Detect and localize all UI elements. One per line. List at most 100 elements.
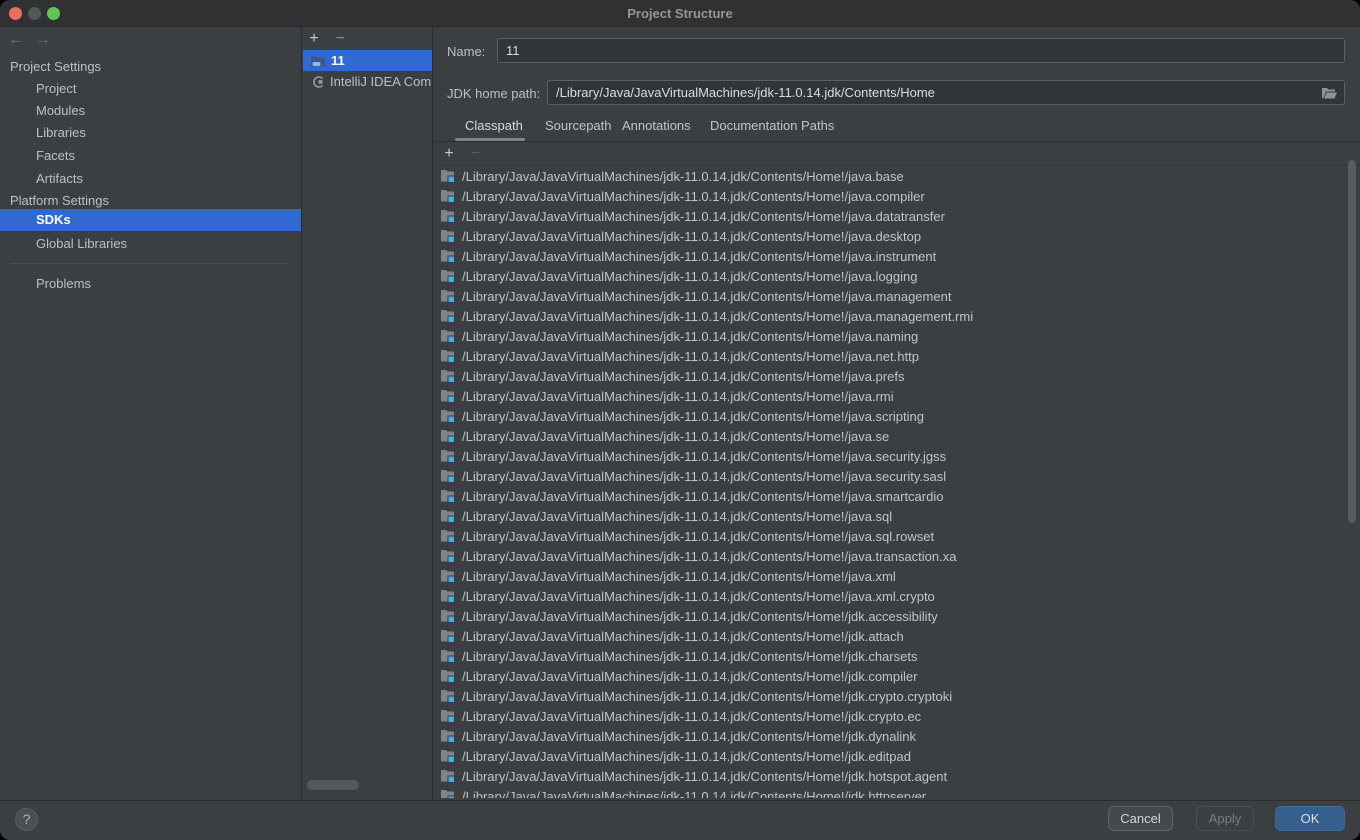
classpath-row[interactable]: /Library/Java/JavaVirtualMachines/jdk-11… xyxy=(434,426,1344,446)
classpath-row[interactable]: /Library/Java/JavaVirtualMachines/jdk-11… xyxy=(434,586,1344,606)
classpath-row[interactable]: /Library/Java/JavaVirtualMachines/jdk-11… xyxy=(434,346,1344,366)
classes-root-icon xyxy=(441,309,456,323)
classpath-row[interactable]: /Library/Java/JavaVirtualMachines/jdk-11… xyxy=(434,606,1344,626)
classpath-row[interactable]: /Library/Java/JavaVirtualMachines/jdk-11… xyxy=(434,486,1344,506)
tab-sourcepath[interactable]: Sourcepath xyxy=(545,114,612,138)
classpath-row[interactable]: /Library/Java/JavaVirtualMachines/jdk-11… xyxy=(434,266,1344,286)
tab-documentation-paths[interactable]: Documentation Paths xyxy=(710,114,834,138)
sidebar-item-modules[interactable]: Modules xyxy=(0,100,301,122)
sdk-list-item-11[interactable]: 11 xyxy=(303,50,432,71)
classpath-row[interactable]: /Library/Java/JavaVirtualMachines/jdk-11… xyxy=(434,326,1344,346)
classes-root-icon xyxy=(441,509,456,523)
classes-root-icon xyxy=(441,369,456,383)
apply-button[interactable]: Apply xyxy=(1196,806,1254,831)
classpath-row[interactable]: /Library/Java/JavaVirtualMachines/jdk-11… xyxy=(434,186,1344,206)
classpath-entry-text: /Library/Java/JavaVirtualMachines/jdk-11… xyxy=(462,289,951,304)
classpath-row[interactable]: /Library/Java/JavaVirtualMachines/jdk-11… xyxy=(434,526,1344,546)
classes-root-icon xyxy=(441,789,456,798)
classpath-row[interactable]: /Library/Java/JavaVirtualMachines/jdk-11… xyxy=(434,786,1344,798)
tab-classpath[interactable]: Classpath xyxy=(465,114,523,138)
vertical-scrollbar[interactable] xyxy=(1348,160,1356,523)
classes-root-icon xyxy=(441,629,456,643)
classes-root-icon xyxy=(441,249,456,263)
classpath-entry-text: /Library/Java/JavaVirtualMachines/jdk-11… xyxy=(462,249,936,264)
classes-root-icon xyxy=(441,729,456,743)
classes-root-icon xyxy=(441,589,456,603)
sdk-list-item-intellij[interactable]: IntelliJ IDEA Comm xyxy=(303,71,432,92)
add-sdk-button[interactable]: + xyxy=(303,27,325,50)
classpath-entry-text: /Library/Java/JavaVirtualMachines/jdk-11… xyxy=(462,489,943,504)
classpath-row[interactable]: /Library/Java/JavaVirtualMachines/jdk-11… xyxy=(434,686,1344,706)
dialog-footer: ? Cancel Apply OK xyxy=(0,800,1360,840)
classes-root-icon xyxy=(441,329,456,343)
classpath-row[interactable]: /Library/Java/JavaVirtualMachines/jdk-11… xyxy=(434,546,1344,566)
classpath-entry-text: /Library/Java/JavaVirtualMachines/jdk-11… xyxy=(462,349,919,364)
classpath-row[interactable]: /Library/Java/JavaVirtualMachines/jdk-11… xyxy=(434,446,1344,466)
classpath-entry-text: /Library/Java/JavaVirtualMachines/jdk-11… xyxy=(462,629,904,644)
classpath-row[interactable]: /Library/Java/JavaVirtualMachines/jdk-11… xyxy=(434,666,1344,686)
classes-root-icon xyxy=(441,429,456,443)
sdk-editor-panel: Name: 11 JDK home path: /Library/Java/Ja… xyxy=(434,27,1360,800)
classpath-row[interactable]: /Library/Java/JavaVirtualMachines/jdk-11… xyxy=(434,506,1344,526)
classpath-row[interactable]: /Library/Java/JavaVirtualMachines/jdk-11… xyxy=(434,766,1344,786)
name-input[interactable]: 11 xyxy=(497,38,1345,63)
classpath-entry-text: /Library/Java/JavaVirtualMachines/jdk-11… xyxy=(462,649,917,664)
classpath-row[interactable]: /Library/Java/JavaVirtualMachines/jdk-11… xyxy=(434,726,1344,746)
cancel-button[interactable]: Cancel xyxy=(1108,806,1173,831)
sidebar-item-project[interactable]: Project xyxy=(0,78,301,100)
classes-root-icon xyxy=(441,489,456,503)
classpath-row[interactable]: /Library/Java/JavaVirtualMachines/jdk-11… xyxy=(434,306,1344,326)
sidebar-item-artifacts[interactable]: Artifacts xyxy=(0,168,301,190)
classpath-entry-text: /Library/Java/JavaVirtualMachines/jdk-11… xyxy=(462,269,917,284)
help-button[interactable]: ? xyxy=(15,808,38,831)
classpath-row[interactable]: /Library/Java/JavaVirtualMachines/jdk-11… xyxy=(434,466,1344,486)
add-classpath-button[interactable]: + xyxy=(438,142,460,165)
classes-root-icon xyxy=(441,649,456,663)
classpath-row[interactable]: /Library/Java/JavaVirtualMachines/jdk-11… xyxy=(434,166,1344,186)
classpath-row[interactable]: /Library/Java/JavaVirtualMachines/jdk-11… xyxy=(434,626,1344,646)
classpath-entry-text: /Library/Java/JavaVirtualMachines/jdk-11… xyxy=(462,449,946,464)
classpath-row[interactable]: /Library/Java/JavaVirtualMachines/jdk-11… xyxy=(434,366,1344,386)
classpath-entry-text: /Library/Java/JavaVirtualMachines/jdk-11… xyxy=(462,169,904,184)
classes-root-icon xyxy=(441,769,456,783)
classpath-entry-text: /Library/Java/JavaVirtualMachines/jdk-11… xyxy=(462,309,973,324)
classpath-row[interactable]: /Library/Java/JavaVirtualMachines/jdk-11… xyxy=(434,646,1344,666)
classpath-entry-text: /Library/Java/JavaVirtualMachines/jdk-11… xyxy=(462,729,916,744)
folder-open-icon[interactable] xyxy=(1321,85,1338,105)
classpath-row[interactable]: /Library/Java/JavaVirtualMachines/jdk-11… xyxy=(434,246,1344,266)
classes-root-icon xyxy=(441,409,456,423)
classpath-row[interactable]: /Library/Java/JavaVirtualMachines/jdk-11… xyxy=(434,406,1344,426)
back-arrow-icon[interactable]: ← xyxy=(8,31,30,49)
sidebar-item-global-libraries[interactable]: Global Libraries xyxy=(0,233,301,255)
tab-annotations[interactable]: Annotations xyxy=(622,114,691,138)
classes-root-icon xyxy=(441,289,456,303)
remove-classpath-button[interactable]: − xyxy=(464,142,486,165)
classes-root-icon xyxy=(441,689,456,703)
jdk-home-path-label: JDK home path: xyxy=(447,86,540,101)
forward-arrow-icon[interactable]: → xyxy=(34,31,56,49)
classpath-row[interactable]: /Library/Java/JavaVirtualMachines/jdk-11… xyxy=(434,206,1344,226)
classpath-entry-text: /Library/Java/JavaVirtualMachines/jdk-11… xyxy=(462,549,957,564)
classpath-entry-text: /Library/Java/JavaVirtualMachines/jdk-11… xyxy=(462,369,904,384)
sidebar-item-problems[interactable]: Problems xyxy=(0,273,301,295)
sidebar-item-sdks[interactable]: SDKs xyxy=(0,209,301,231)
classpath-row[interactable]: /Library/Java/JavaVirtualMachines/jdk-11… xyxy=(434,706,1344,726)
project-structure-dialog: Project Structure ← → Project Settings P… xyxy=(0,0,1360,840)
classpath-row[interactable]: /Library/Java/JavaVirtualMachines/jdk-11… xyxy=(434,226,1344,246)
horizontal-scrollbar[interactable] xyxy=(307,780,359,790)
classpath-entry-text: /Library/Java/JavaVirtualMachines/jdk-11… xyxy=(462,749,911,764)
classpath-row[interactable]: /Library/Java/JavaVirtualMachines/jdk-11… xyxy=(434,286,1344,306)
intellij-sdk-icon xyxy=(311,75,325,89)
classes-root-icon xyxy=(441,549,456,563)
sidebar-item-libraries[interactable]: Libraries xyxy=(0,122,301,144)
classpath-row[interactable]: /Library/Java/JavaVirtualMachines/jdk-11… xyxy=(434,566,1344,586)
classpath-entry-text: /Library/Java/JavaVirtualMachines/jdk-11… xyxy=(462,189,925,204)
classpath-row[interactable]: /Library/Java/JavaVirtualMachines/jdk-11… xyxy=(434,746,1344,766)
jdk-home-path-input[interactable]: /Library/Java/JavaVirtualMachines/jdk-11… xyxy=(547,80,1345,105)
sidebar-item-facets[interactable]: Facets xyxy=(0,145,301,167)
classpath-entry-text: /Library/Java/JavaVirtualMachines/jdk-11… xyxy=(462,209,945,224)
remove-sdk-button[interactable]: − xyxy=(329,27,351,50)
ok-button[interactable]: OK xyxy=(1275,806,1345,831)
classpath-row[interactable]: /Library/Java/JavaVirtualMachines/jdk-11… xyxy=(434,386,1344,406)
classes-root-icon xyxy=(441,349,456,363)
